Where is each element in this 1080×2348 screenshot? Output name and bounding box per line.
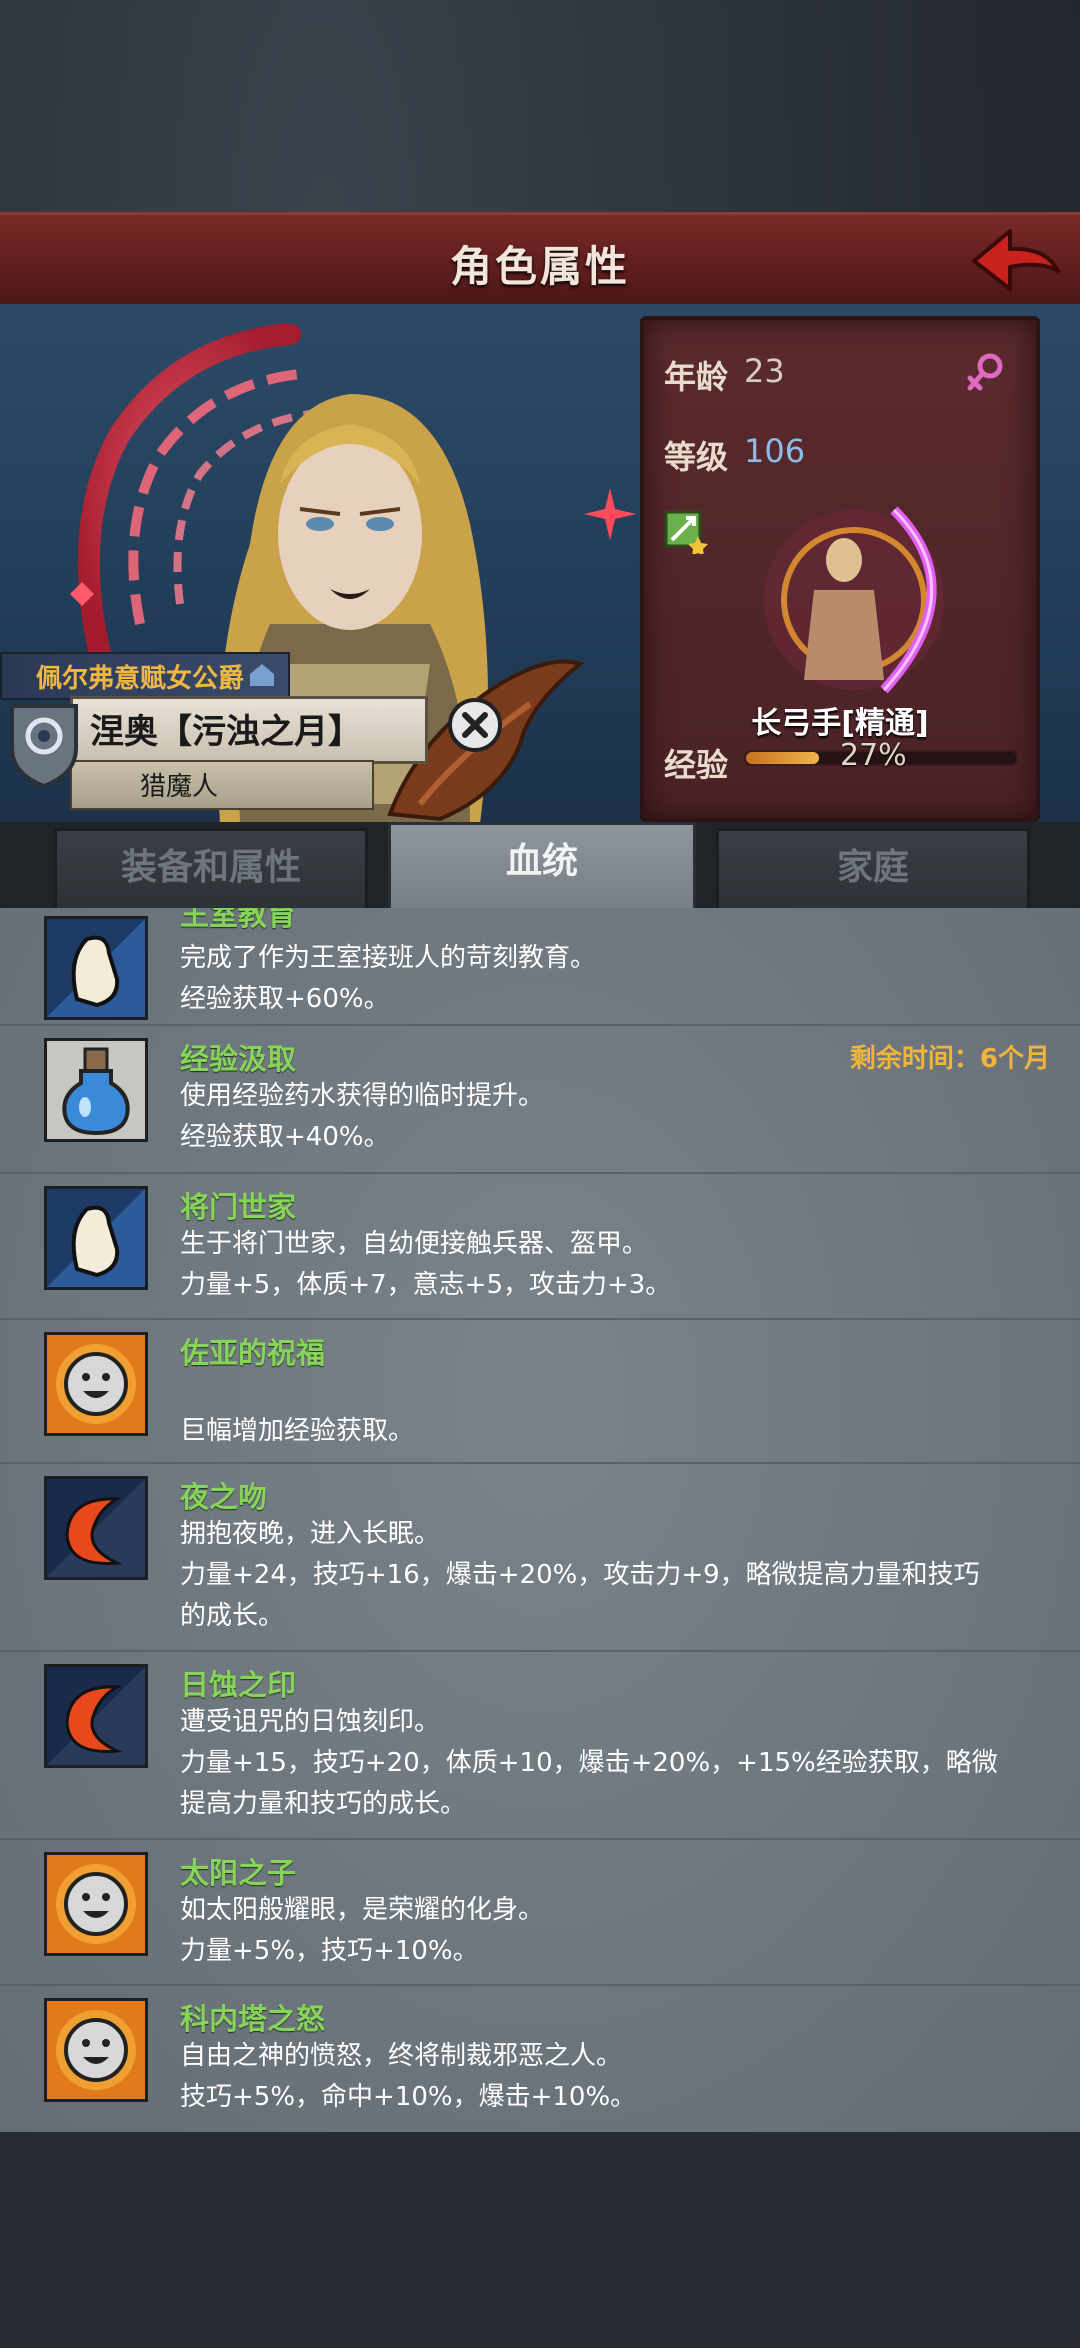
trait-description: 完成了作为王室接班人的苛刻教育。: [180, 943, 597, 973]
close-icon[interactable]: [446, 696, 504, 754]
trait-effect: 力量+5，体质+7，意志+5，攻击力+3。: [180, 1270, 672, 1300]
trait-effect: 技巧+5%，命中+10%，爆击+10%。: [180, 2082, 637, 2112]
level-value: 106: [744, 432, 806, 470]
trait-name: 日蚀之印: [180, 1668, 297, 1702]
trait-name: 将门世家: [180, 1190, 297, 1224]
trait-effect-continued: 的成长。: [180, 1601, 285, 1631]
list-item: 将门世家 生于将门世家，自幼便接触兵器、盔甲。 力量+5，体质+7，意志+5，攻…: [0, 1172, 1080, 1320]
trait-effect: 力量+24，技巧+16，爆击+20%，攻击力+9，略微提高力量和技巧: [180, 1560, 980, 1590]
character-name-block: 佩尔弗意赋女公爵 涅奥【污浊之月】 猎魔人: [0, 652, 502, 820]
trait-description: 遭受诅咒的日蚀刻印。: [180, 1707, 441, 1737]
crescent-moon-icon: [44, 1476, 148, 1580]
class-avatar-icon: [764, 506, 944, 694]
list-item: 太阳之子 如太阳般耀眼，是荣耀的化身。 力量+5%，技巧+10%。: [0, 1838, 1080, 1986]
class-name: 长弓手[精通]: [751, 706, 929, 741]
trait-effect-continued: 提高力量和技巧的成长。: [180, 1789, 467, 1819]
list-item: 科内塔之怒 自由之神的愤怒，终将制裁邪恶之人。 技巧+5%，命中+10%，爆击+…: [0, 1984, 1080, 2132]
potion-icon: [44, 1038, 148, 1142]
arm-icon: [44, 1186, 148, 1290]
tab-equipment-attributes[interactable]: 装备和属性: [54, 828, 368, 912]
character-name: 涅奥【污浊之月】: [90, 712, 362, 752]
age-value: 23: [744, 352, 785, 390]
trait-description: 如太阳般耀眼，是荣耀的化身。: [180, 1895, 545, 1925]
trait-name: 科内塔之怒: [180, 2002, 326, 2036]
age-label: 年龄: [664, 358, 729, 396]
tab-bloodline[interactable]: 血统: [388, 822, 696, 916]
list-item: 经验汲取 剩余时间：6个月 使用经验药水获得的临时提升。 经验获取+40%。: [0, 1024, 1080, 1174]
page-title: 角色属性: [449, 242, 630, 291]
shield-crest-icon: [10, 704, 78, 788]
sun-face-icon: [44, 1998, 148, 2102]
sun-face-icon: [44, 1332, 148, 1436]
female-icon: [967, 353, 1003, 391]
exp-bar-fill: [746, 752, 819, 764]
house-icon: [250, 664, 274, 686]
trait-description: 自由之神的愤怒，终将制裁邪恶之人。: [180, 2041, 623, 2071]
trait-description: 生于将门世家，自幼便接触兵器、盔甲。: [180, 1229, 649, 1259]
trait-effect: 经验获取+60%。: [180, 984, 390, 1014]
noble-title: 佩尔弗意赋女公爵: [36, 664, 245, 694]
title-bar: 角色属性: [0, 212, 1080, 310]
trait-effect: 巨幅增加经验获取。: [180, 1416, 415, 1446]
list-item: 夜之吻 拥抱夜晚，进入长眠。 力量+24，技巧+16，爆击+20%，攻击力+9，…: [0, 1462, 1080, 1652]
remaining-time: 剩余时间：6个月: [849, 1044, 1050, 1074]
profession: 猎魔人: [140, 772, 219, 802]
trait-name: 夜之吻: [180, 1480, 268, 1514]
sun-face-icon: [44, 1852, 148, 1956]
trait-name: 太阳之子: [180, 1856, 297, 1890]
back-arrow-icon: [972, 229, 1060, 291]
crescent-moon-icon: [44, 1664, 148, 1768]
trait-effect: 经验获取+40%。: [180, 1122, 390, 1152]
list-item: 日蚀之印 遭受诅咒的日蚀刻印。 力量+15，技巧+20，体质+10，爆击+20%…: [0, 1650, 1080, 1840]
tab-bar: 装备和属性 血统 家庭: [0, 822, 1080, 916]
bottom-background: [0, 2132, 1080, 2348]
back-button[interactable]: [966, 221, 1066, 301]
trait-name: 佐亚的祝福: [180, 1336, 326, 1370]
character-info-panel: 年龄 23 等级 106 长弓手[精通] 经验 27%: [640, 316, 1040, 822]
trait-effect: 力量+15，技巧+20，体质+10，爆击+20%，+15%经验获取，略微: [180, 1748, 998, 1778]
level-label: 等级: [664, 438, 729, 476]
skill-upgrade-icon[interactable]: [664, 510, 708, 554]
bloodline-trait-list[interactable]: 王室教育 完成了作为王室接班人的苛刻教育。 经验获取+60%。 经验汲取 剩余时…: [0, 908, 1080, 2132]
exp-label: 经验: [664, 746, 729, 784]
trait-description: 使用经验药水获得的临时提升。: [180, 1081, 545, 1111]
trait-effect: 力量+5%，技巧+10%。: [180, 1936, 479, 1966]
trait-name: 王室教育: [180, 908, 297, 932]
arm-icon: [44, 916, 148, 1020]
list-item: 王室教育 完成了作为王室接班人的苛刻教育。 经验获取+60%。: [0, 908, 1080, 1026]
exp-percent: 27%: [840, 738, 907, 773]
tab-family[interactable]: 家庭: [716, 828, 1030, 912]
list-item: 佐亚的祝福 巨幅增加经验获取。: [0, 1318, 1080, 1464]
sparkle-icon: [584, 488, 636, 540]
trait-name: 经验汲取: [180, 1042, 297, 1076]
trait-description: 拥抱夜晚，进入长眠。: [180, 1519, 441, 1549]
